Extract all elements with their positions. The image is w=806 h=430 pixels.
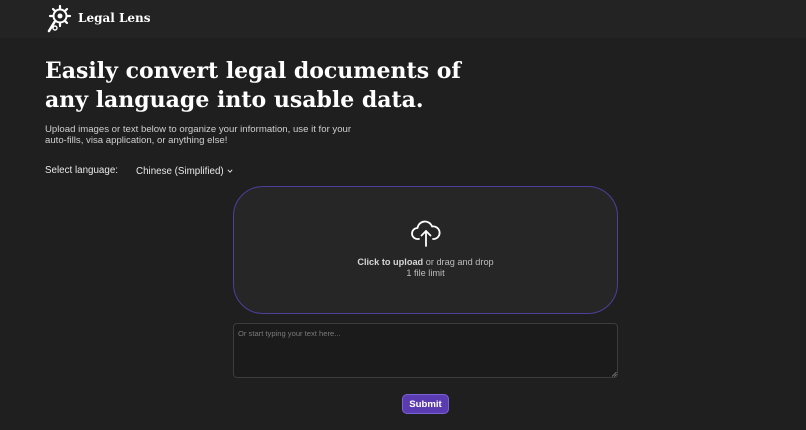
top-navbar: Legal Lens [0,0,806,38]
language-label: Select language: [45,165,118,176]
file-upload-dropzone[interactable]: Click to upload or drag and drop 1 file … [233,186,618,314]
page-title: Easily convert legal documents of any la… [45,58,461,113]
gear-magnifier-icon[interactable] [46,4,72,34]
drag-drop-text: or drag and drop [423,257,494,267]
submit-button[interactable]: Submit [402,394,449,414]
chevron-down-icon [227,169,233,173]
click-to-upload-text[interactable]: Click to upload [357,257,423,267]
language-select[interactable]: Chinese (Simplified) [136,164,233,178]
upload-instructions: Click to upload or drag and drop [234,257,617,268]
language-selected-value: Chinese (Simplified) [136,165,224,177]
cloud-upload-icon [411,220,441,247]
file-limit-text: 1 file limit [406,268,445,278]
resize-handle-icon[interactable] [611,371,617,377]
language-row: Select language: Chinese (Simplified) [45,164,305,178]
text-input-area[interactable] [233,323,618,378]
page-subtitle: Upload images or text below to organize … [45,124,352,146]
brand-name[interactable]: Legal Lens [78,11,151,25]
